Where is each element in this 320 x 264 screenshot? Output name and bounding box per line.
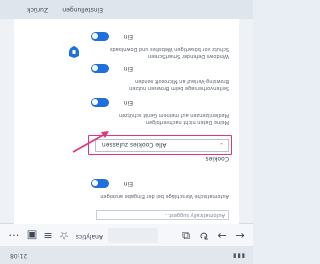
header-left-label: Einstellungen: [62, 6, 103, 13]
back-icon[interactable]: ←: [233, 228, 247, 242]
signal-indicator: ▮▮▮: [232, 252, 245, 259]
setting-description: Windows Defender SmartScreen: [147, 53, 229, 59]
setting-page-prediction: Seitenvorhersage beim Browsen nutzen Bro…: [79, 63, 229, 94]
setting-description: Schutz vor bösartigen Websites und Downl…: [109, 46, 229, 52]
smartscreen-toggle[interactable]: [91, 32, 109, 41]
setting-smartscreen: Windows Defender SmartScreen Schutz vor …: [79, 31, 229, 62]
setting-do-not-track: Meine Daten nicht nachverfolgen Medienli…: [79, 97, 229, 128]
browser-toolbar: ← → ↻ ⧉ Analytics ☆ ≡ ▣ ⋯: [0, 223, 253, 246]
page-prediction-toggle[interactable]: [91, 64, 109, 73]
arrow-annotation: [72, 131, 109, 153]
setting-description: Seitenvorhersage beim Browsen nutzen: [129, 85, 229, 91]
toggle-state-label: Ein: [123, 180, 133, 187]
setting-description: Medienlizenzen auf meinem Gerät schützen: [118, 112, 229, 118]
share-icon[interactable]: ▣: [25, 228, 39, 242]
address-bar[interactable]: [108, 228, 158, 243]
menu-icon[interactable]: ≡: [41, 228, 55, 242]
more-icon[interactable]: ⋯: [7, 228, 21, 242]
status-bar: ▮▮▮ 21:08: [0, 245, 253, 264]
tabs-icon[interactable]: ⧉: [179, 228, 193, 242]
setting-search-suggestions: Automatische Vorschläge bei der Eingabe …: [79, 178, 229, 202]
toggle-state-label: Ein: [123, 65, 133, 72]
settings-header-bar: Einstellungen Zurück: [0, 0, 253, 19]
header-right-label[interactable]: Zurück: [27, 6, 48, 13]
toggle-state-label: Ein: [123, 33, 133, 40]
favorites-icon[interactable]: ☆: [57, 228, 71, 242]
settings-panel: Automatically suggest... Automatische Vo…: [14, 19, 239, 224]
toggle-state-label: Ein: [123, 99, 133, 106]
search-engine-field[interactable]: Automatically suggest...: [96, 210, 229, 220]
forward-icon[interactable]: →: [215, 228, 229, 242]
refresh-icon[interactable]: ↻: [197, 228, 211, 242]
address-text: Analytics: [75, 233, 103, 240]
setting-description: Automatische Vorschläge bei der Eingabe …: [100, 193, 229, 199]
shield-icon: [69, 46, 79, 58]
clock: 21:08: [10, 252, 28, 259]
do-not-track-toggle[interactable]: [91, 98, 109, 107]
cookies-label: Cookies: [205, 155, 230, 162]
setting-description: Browsing-Verlauf an Microsoft senden: [135, 78, 229, 84]
autosuggest-toggle[interactable]: [91, 179, 109, 188]
browser-screen: ▮▮▮ 21:08 ← → ↻ ⧉ Analytics ☆ ≡ ▣ ⋯ Auto…: [0, 0, 253, 264]
setting-description: Meine Daten nicht nachverfolgen: [145, 119, 229, 125]
